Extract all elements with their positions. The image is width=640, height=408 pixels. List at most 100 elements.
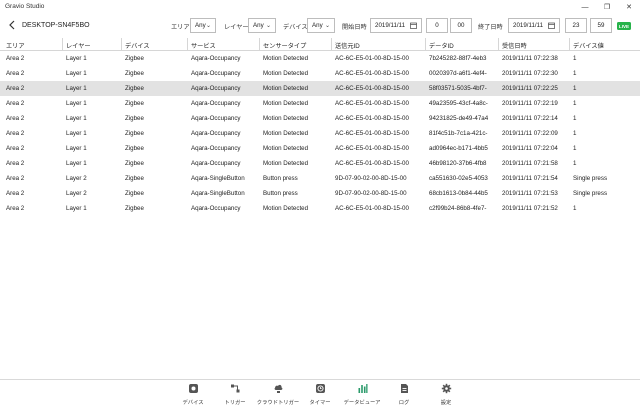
data-viewer-icon <box>357 383 368 394</box>
table-row[interactable]: Area 2 Layer 1 Zigbee Aqara-Occupancy Motion… <box>0 141 640 156</box>
nav-log[interactable]: ログ <box>381 383 427 406</box>
end-date-input[interactable]: 2019/11/11 <box>508 18 560 33</box>
table-cell: AC-6C-E5-01-00-8D-15-00 <box>335 130 409 137</box>
column-header[interactable]: 送信元ID <box>335 41 360 51</box>
nav-label: クラウドトリガー <box>256 400 300 406</box>
table-row[interactable]: Area 2 Layer 1 Zigbee Aqara-Occupancy Motion… <box>0 126 640 141</box>
table-row[interactable]: Area 2 Layer 1 Zigbee Aqara-Occupancy Motion… <box>0 156 640 171</box>
table-cell: Aqara-SingleButton <box>191 175 245 182</box>
nav-label: ログ <box>398 400 410 406</box>
end-datetime-label: 終了日時 <box>478 24 503 31</box>
window-controls: — ❐ ✕ <box>574 0 640 14</box>
column-header[interactable]: デバイス <box>125 41 150 51</box>
layer-select[interactable]: Any ⌄ <box>248 18 276 33</box>
table-cell: 46b98120-37b6-4fb8 <box>429 160 487 167</box>
table-cell: Area 2 <box>6 145 25 152</box>
table-cell: ad0964ec-b171-4bb5 <box>429 145 488 152</box>
table-cell: Zigbee <box>125 70 144 77</box>
column-divider[interactable] <box>259 38 260 51</box>
table-cell: 1 <box>573 205 577 212</box>
table-cell: Aqara-Occupancy <box>191 115 241 122</box>
live-toggle[interactable]: LIVE <box>617 22 631 30</box>
nav-triggers[interactable]: トリガー <box>212 383 258 406</box>
column-divider[interactable] <box>62 38 63 51</box>
table-cell: 49a23595-43cf-4a8c- <box>429 100 488 107</box>
table-cell: Area 2 <box>6 205 25 212</box>
table-cell: Motion Detected <box>263 115 309 122</box>
table-cell: 2019/11/11 07:22:30 <box>502 70 558 77</box>
table-cell: Area 2 <box>6 70 25 77</box>
minimize-button[interactable]: — <box>574 0 596 14</box>
table-cell: Single press <box>573 190 608 197</box>
column-header[interactable]: センサータイプ <box>263 41 306 51</box>
calendar-icon <box>410 22 417 31</box>
column-divider[interactable] <box>425 38 426 51</box>
end-hour-input[interactable]: 23 <box>565 18 587 33</box>
table-cell: 1 <box>573 55 577 62</box>
table-cell: 94231825-de49-47a4 <box>429 115 489 122</box>
area-select[interactable]: Any ⌄ <box>190 18 216 33</box>
table-cell: AC-6C-E5-01-00-8D-15-00 <box>335 55 409 62</box>
nav-cloud-triggers[interactable]: クラウドトリガー <box>255 383 301 406</box>
device-name: DESKTOP-SN4F5BO <box>22 22 90 29</box>
column-divider[interactable] <box>121 38 122 51</box>
table-cell: Zigbee <box>125 190 144 197</box>
table-row[interactable]: Area 2 Layer 2 Zigbee Aqara-SingleButton But… <box>0 186 640 201</box>
start-date-input[interactable]: 2019/11/11 <box>370 18 422 33</box>
table-cell: 1 <box>573 115 577 122</box>
table-row[interactable]: Area 2 Layer 1 Zigbee Aqara-Occupancy Motion… <box>0 66 640 81</box>
column-header[interactable]: 受信日時 <box>502 41 527 51</box>
area-select-value: Any <box>195 22 206 29</box>
column-header[interactable]: レイヤー <box>66 41 91 51</box>
nav-label: タイマー <box>309 400 331 406</box>
column-header[interactable]: デバイス値 <box>573 41 604 51</box>
column-header[interactable]: エリア <box>6 41 25 51</box>
table-cell: Aqara-Occupancy <box>191 100 241 107</box>
nav-label: トリガー <box>224 400 246 406</box>
column-header[interactable]: データID <box>429 41 454 51</box>
table-cell: AC-6C-E5-01-00-8D-15-00 <box>335 100 409 107</box>
close-button[interactable]: ✕ <box>618 0 640 14</box>
chevron-down-icon: ⌄ <box>205 23 211 29</box>
nav-data-viewer[interactable]: データビューア <box>339 383 385 406</box>
table-cell: Zigbee <box>125 130 144 137</box>
end-minute-input[interactable]: 59 <box>590 18 612 33</box>
table-cell: Motion Detected <box>263 160 309 167</box>
table-cell: 2019/11/11 07:21:54 <box>502 175 558 182</box>
table-cell: Zigbee <box>125 115 144 122</box>
column-divider[interactable] <box>187 38 188 51</box>
trigger-icon <box>230 383 241 394</box>
table-cell: Aqara-Occupancy <box>191 85 241 92</box>
table-cell: Motion Detected <box>263 55 309 62</box>
nav-settings[interactable]: 設定 <box>423 383 469 406</box>
column-divider[interactable] <box>498 38 499 51</box>
restore-button[interactable]: ❐ <box>596 0 618 14</box>
device-select[interactable]: Any ⌄ <box>307 18 335 33</box>
table-cell: Layer 1 <box>66 100 87 107</box>
bottom-nav: デバイス トリガー クラウドトリガー タイマー データビューア ログ 設定 <box>0 379 640 408</box>
nav-devices[interactable]: デバイス <box>170 383 216 406</box>
table-row[interactable]: Area 2 Layer 2 Zigbee Aqara-SingleButton But… <box>0 171 640 186</box>
table-cell: Motion Detected <box>263 85 309 92</box>
start-minute-input[interactable]: 00 <box>450 18 472 33</box>
start-hour-input[interactable]: 0 <box>426 18 448 33</box>
table-row[interactable]: Area 2 Layer 1 Zigbee Aqara-Occupancy Motion… <box>0 201 640 216</box>
table-row[interactable]: Area 2 Layer 1 Zigbee Aqara-Occupancy Motion… <box>0 51 640 66</box>
nav-timer[interactable]: タイマー <box>297 383 343 406</box>
table-cell: 81f4c51b-7c1a-421c- <box>429 130 488 137</box>
table-row[interactable]: Area 2 Layer 1 Zigbee Aqara-Occupancy Motion… <box>0 81 640 96</box>
back-arrow-icon[interactable] <box>7 19 17 31</box>
table-cell: ca551630-02e5-4053 <box>429 175 488 182</box>
table-header: エリア レイヤー デバイス サービス センサータイプ 送信元ID データID 受信日時 デバイス… <box>0 38 640 51</box>
end-date-value: 2019/11/11 <box>513 22 544 29</box>
table-cell: Layer 2 <box>66 175 87 182</box>
column-divider[interactable] <box>569 38 570 51</box>
table-cell: AC-6C-E5-01-00-8D-15-00 <box>335 85 409 92</box>
table-cell: Motion Detected <box>263 205 309 212</box>
table-cell: Zigbee <box>125 145 144 152</box>
column-header[interactable]: サービス <box>191 41 216 51</box>
table-row[interactable]: Area 2 Layer 1 Zigbee Aqara-Occupancy Motion… <box>0 96 640 111</box>
table-row[interactable]: Area 2 Layer 1 Zigbee Aqara-Occupancy Motion… <box>0 111 640 126</box>
table-cell: Area 2 <box>6 115 25 122</box>
column-divider[interactable] <box>331 38 332 51</box>
